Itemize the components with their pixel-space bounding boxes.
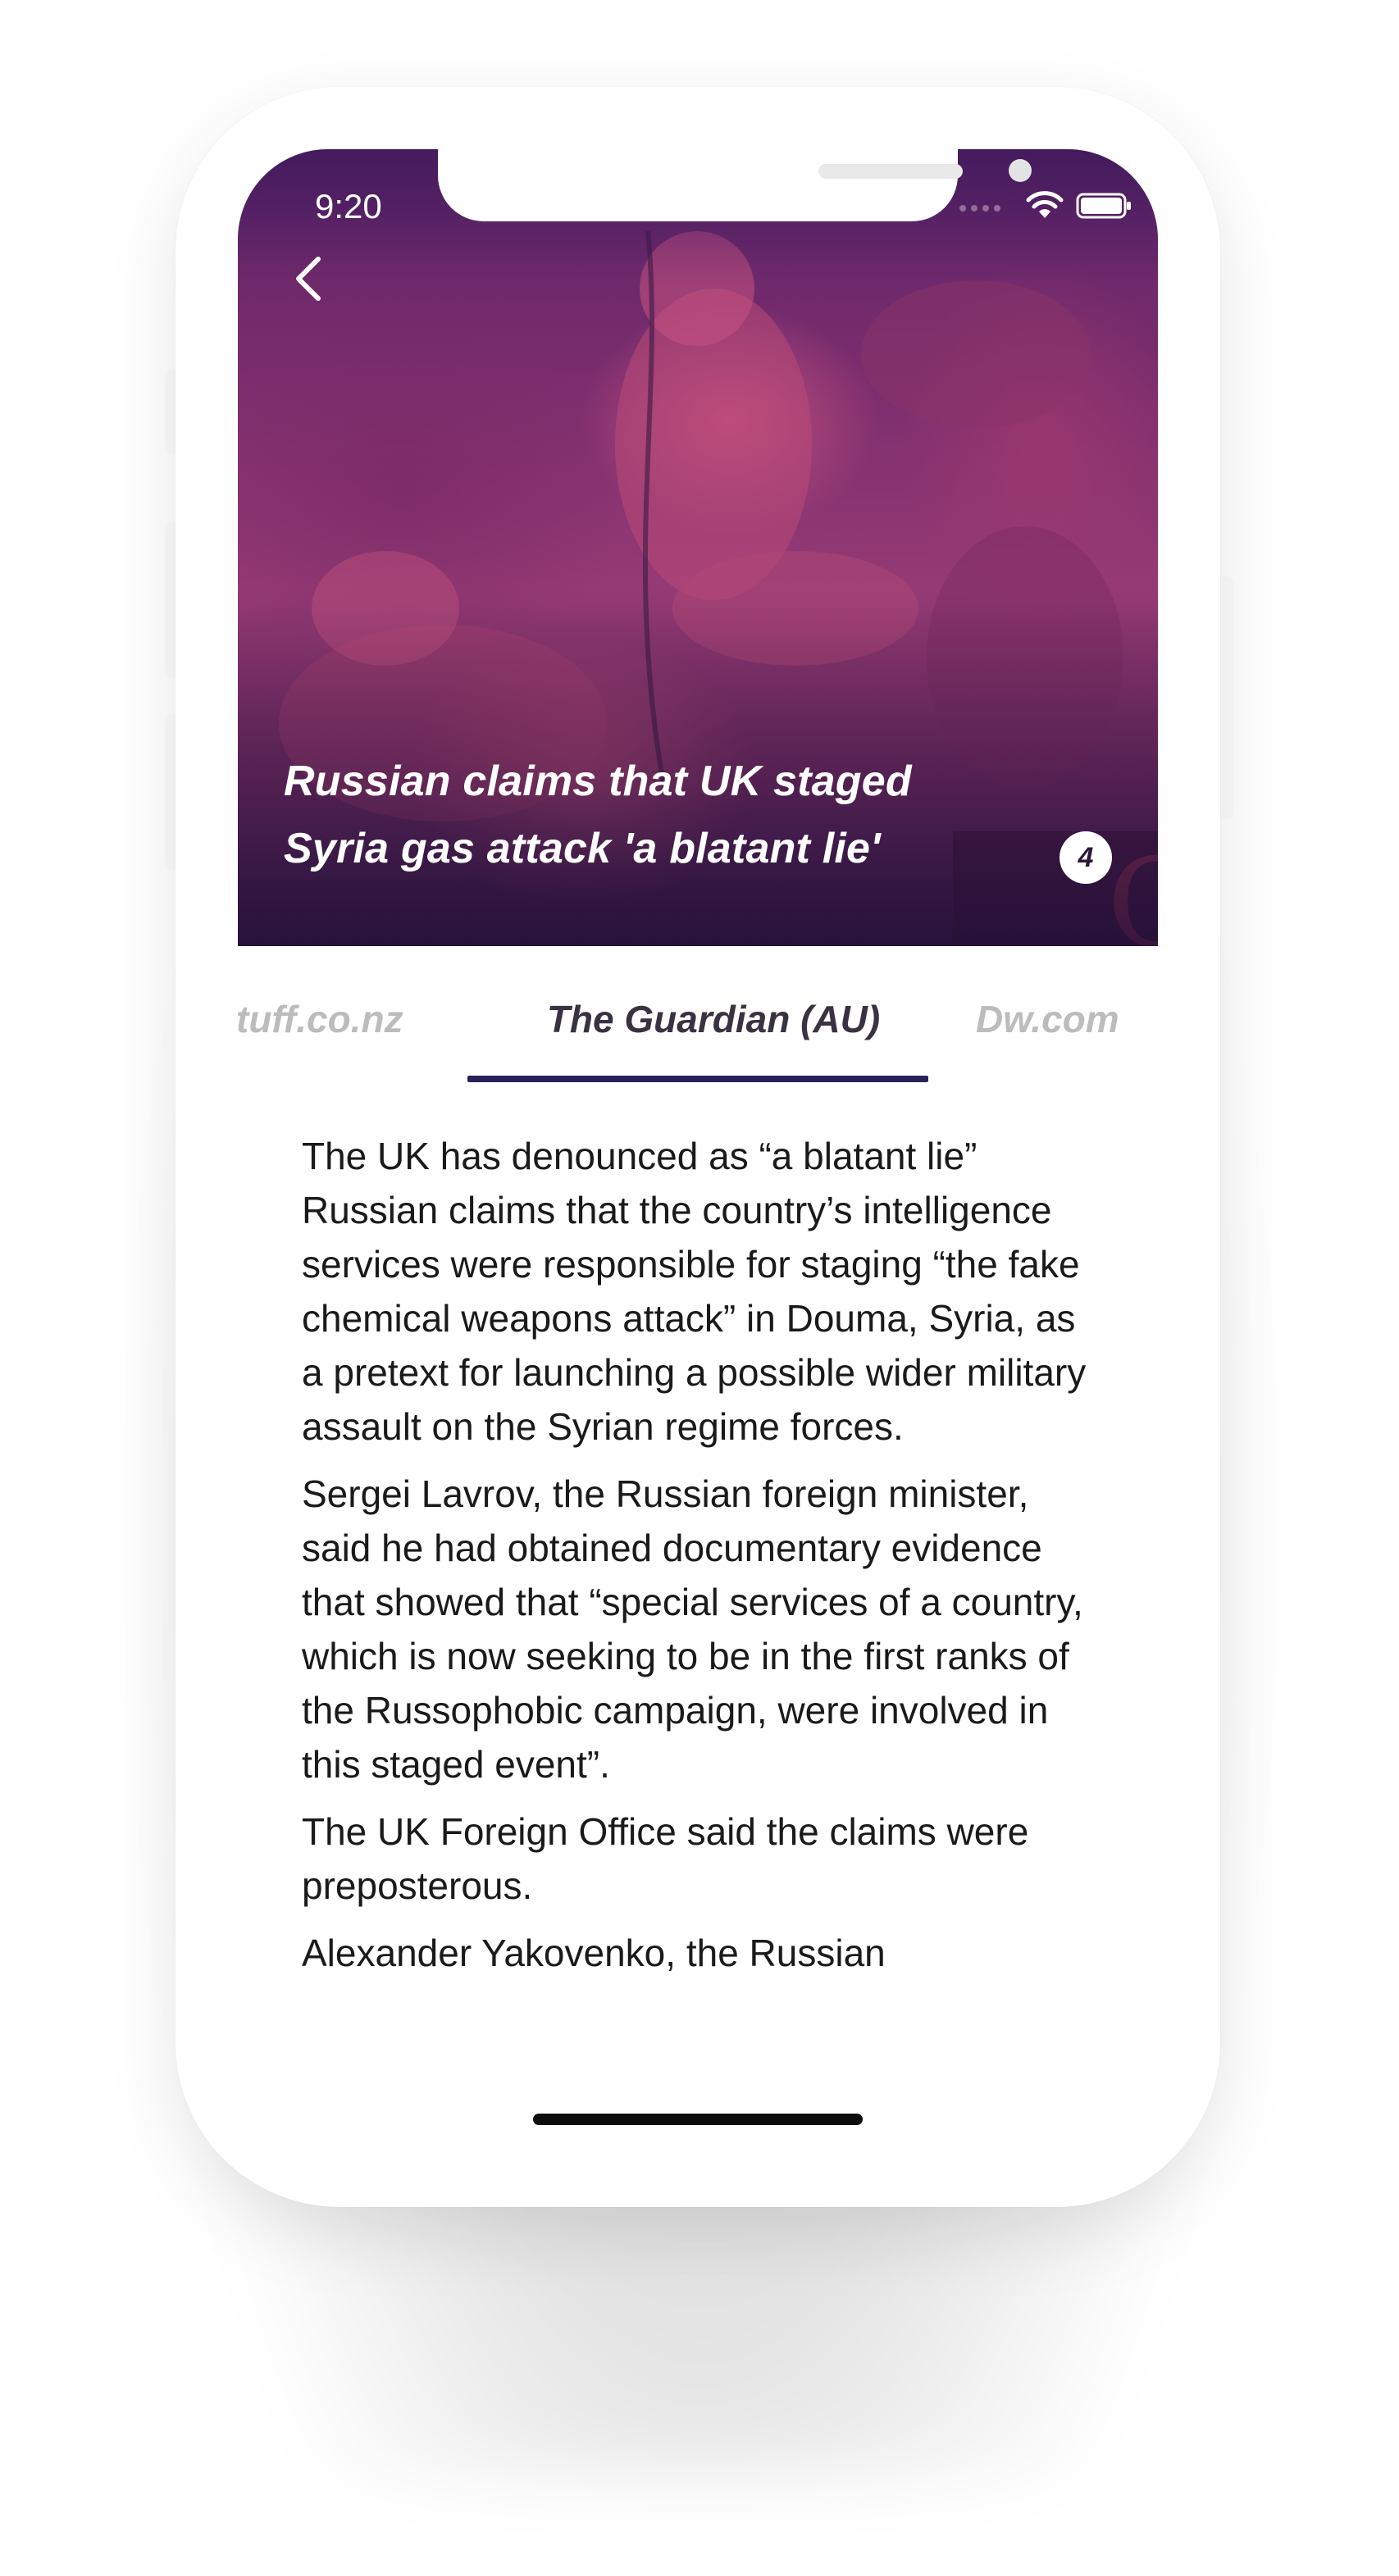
speaker-grille xyxy=(818,164,963,179)
article-paragraph: Sergei Lavrov, the Russian foreign minis… xyxy=(302,1472,1083,1786)
tab-stuff-co-nz[interactable]: tuff.co.nz xyxy=(238,997,403,1041)
tab-dw-com[interactable]: Dw.com xyxy=(976,997,1119,1041)
status-icons xyxy=(958,189,1131,225)
article-paragraph: Alexander Yakovenko, the Russian xyxy=(302,1932,886,1974)
hero-image-header: C Russian claims that UK staged Syria ga… xyxy=(238,149,1158,946)
home-indicator[interactable] xyxy=(533,2114,863,2125)
signal-icon xyxy=(959,205,1000,212)
article-body: The UK has denounced as “a blatant lie” … xyxy=(302,1129,1105,1993)
article-paragraph: The UK has denounced as “a blatant lie” … xyxy=(302,1135,1087,1448)
source-tabs: tuff.co.nz The Guardian (AU) Dw.com xyxy=(238,946,1158,1085)
front-camera xyxy=(1009,159,1032,182)
source-count-badge[interactable]: 4 xyxy=(1060,831,1112,884)
tab-the-guardian-au[interactable]: The Guardian (AU) xyxy=(517,997,910,1041)
article-headline: Russian claims that UK staged Syria gas … xyxy=(284,758,912,872)
active-tab-indicator xyxy=(467,1076,928,1082)
wifi-icon xyxy=(1026,191,1064,218)
article-paragraph: The UK Foreign Office said the claims we… xyxy=(302,1810,1029,1907)
device-notch xyxy=(438,149,1032,221)
stage: C Russian claims that UK staged Syria ga… xyxy=(0,0,1399,2576)
status-time: 9:20 xyxy=(315,187,382,225)
battery-icon xyxy=(1076,193,1131,219)
screen: C Russian claims that UK staged Syria ga… xyxy=(238,149,1158,2153)
back-chevron-icon[interactable] xyxy=(279,248,341,310)
power-button xyxy=(1220,578,1232,817)
